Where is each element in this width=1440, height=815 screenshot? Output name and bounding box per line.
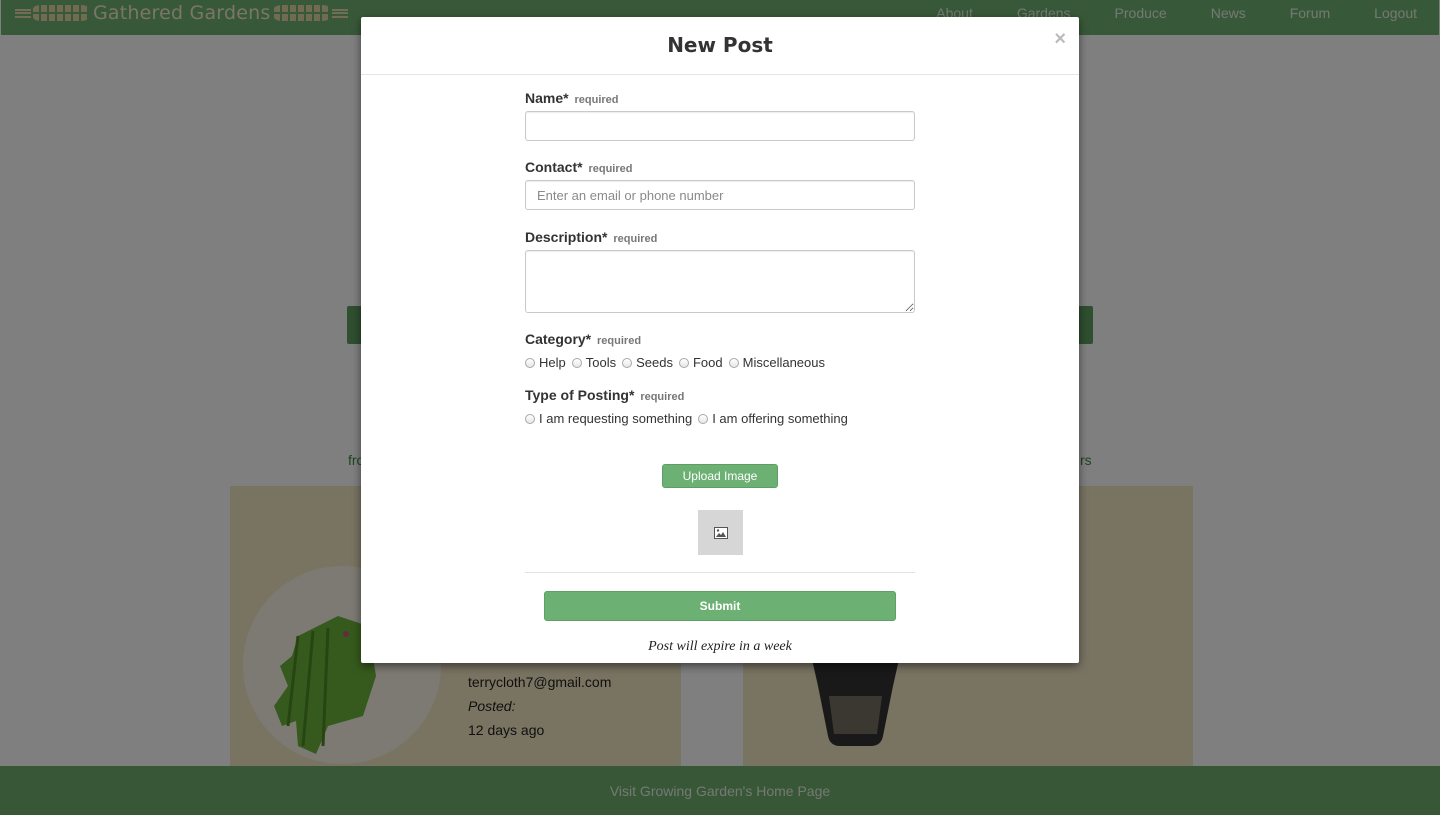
required-hint: required (640, 391, 685, 403)
image-preview (698, 510, 743, 555)
posting-type-label-text: Type of Posting* (525, 387, 635, 403)
submit-button[interactable]: Submit (544, 591, 896, 621)
posting-type-radio-offering[interactable] (698, 413, 709, 424)
category-option-label[interactable]: Food (693, 355, 723, 370)
expire-note: Post will expire in a week (648, 639, 792, 654)
category-label-text: Category* (525, 331, 592, 347)
required-hint: required (613, 233, 658, 245)
description-label-text: Description* (525, 229, 608, 245)
description-label: Description* required (525, 229, 915, 249)
required-hint: required (588, 163, 633, 175)
close-icon[interactable]: × (1054, 29, 1066, 49)
form-divider (525, 572, 915, 573)
contact-label-text: Contact* (525, 159, 583, 175)
posting-type-option-label[interactable]: I am offering something (712, 411, 848, 426)
category-radio-seeds[interactable] (622, 357, 633, 368)
category-radio-group: Help Tools Seeds Food Miscellaneous (525, 353, 915, 371)
category-option-label[interactable]: Tools (586, 355, 616, 370)
category-radio-miscellaneous[interactable] (728, 357, 739, 368)
image-placeholder-icon (713, 526, 728, 539)
new-post-modal: New Post × Name* required Contact* requi… (361, 17, 1079, 663)
name-label: Name* required (525, 90, 915, 110)
category-option-label[interactable]: Help (539, 355, 566, 370)
posting-type-radio-requesting[interactable] (525, 413, 535, 424)
required-hint: required (597, 335, 642, 347)
category-radio-tools[interactable] (571, 357, 582, 368)
upload-image-button[interactable]: Upload Image (662, 464, 778, 488)
new-post-form: Name* required Contact* required Descrip… (525, 90, 915, 654)
required-hint: required (574, 94, 619, 106)
description-textarea[interactable] (525, 250, 915, 313)
category-label: Category* required (525, 331, 915, 351)
posting-type-label: Type of Posting* required (525, 387, 915, 407)
category-option-label[interactable]: Miscellaneous (743, 355, 825, 370)
posting-type-option-label[interactable]: I am requesting something (539, 411, 692, 426)
modal-header: New Post × (361, 17, 1079, 75)
category-option-label[interactable]: Seeds (636, 355, 673, 370)
category-radio-help[interactable] (525, 357, 535, 368)
name-label-text: Name* (525, 90, 569, 106)
contact-input[interactable] (525, 180, 915, 210)
category-radio-food[interactable] (678, 357, 689, 368)
posting-type-radio-group: I am requesting something I am offering … (525, 409, 915, 427)
modal-title: New Post (667, 33, 773, 57)
name-input[interactable] (525, 111, 915, 141)
contact-label: Contact* required (525, 159, 915, 179)
